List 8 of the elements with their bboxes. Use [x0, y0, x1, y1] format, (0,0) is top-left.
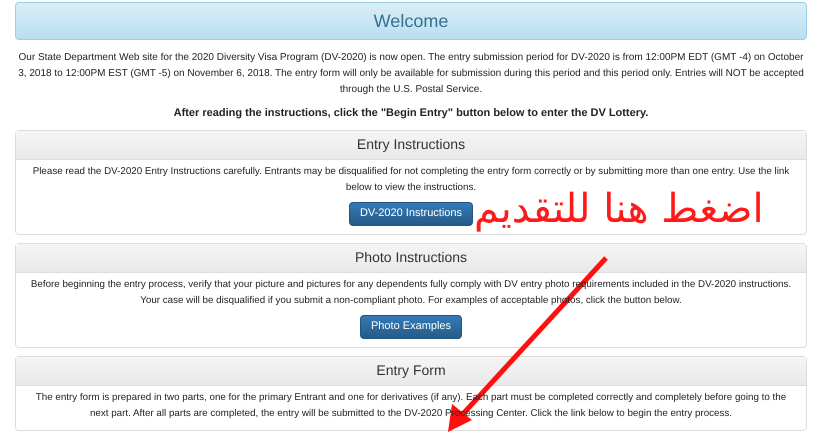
intro-paragraph: Our State Department Web site for the 2020 Diversity Visa Program (DV-2020) is now open. The entry submission period for DV-2020 is from 12:00PM EDT (GMT -4) on October 3, 2018 to 12:00PM EST (GMT -5) on November 6, 2018. The entry form will only be available for submission during this period and this period only. Entries will NOT be accepted through the U.S. Postal Service.	[17, 51, 805, 97]
notice-text: After reading the instructions, click the "Begin Entry" button below to enter the DV Lottery.	[174, 106, 648, 121]
panel-heading: Entry Instructions	[16, 130, 806, 160]
welcome-header: Welcome	[15, 2, 807, 40]
panel-heading: Photo Instructions	[16, 244, 806, 272]
panel-button[interactable]: Photo Examples	[360, 314, 462, 338]
panel-button[interactable]: DV-2020 Instructions	[348, 202, 474, 226]
panel-heading: Entry Form	[16, 356, 806, 386]
